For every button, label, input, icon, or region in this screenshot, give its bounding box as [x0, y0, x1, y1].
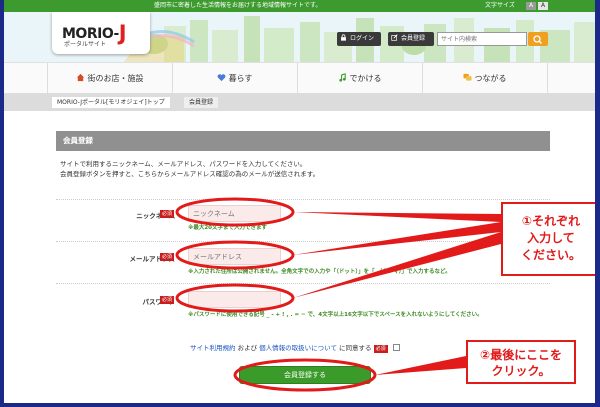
annotation-ellipse-nickname [175, 197, 295, 227]
callout-2-line-2: クリック。 [491, 364, 551, 378]
annotation-ellipse-password [175, 283, 295, 313]
annotation-callout-1: ①それぞれ 入力して ください。 [501, 202, 595, 276]
callout-1-line-2: 入力して [527, 231, 575, 245]
annotation-pointer-1 [293, 212, 501, 222]
callout-1-line-1: ①それぞれ [521, 214, 581, 228]
annotation-pointer-4 [375, 356, 466, 375]
annotation-ellipse-email [175, 240, 295, 270]
browser-frame: 盛岡市に密着した生活情報をお届けする地域情報サイトです。 文字サイズ A A M… [4, 0, 595, 403]
annotation-ellipse-submit [233, 358, 377, 392]
annotation-callout-2: ②最後にここを クリック。 [466, 340, 576, 384]
callout-2-line-1: ②最後にここを [480, 348, 562, 362]
callout-1-line-3: ください。 [520, 248, 581, 262]
